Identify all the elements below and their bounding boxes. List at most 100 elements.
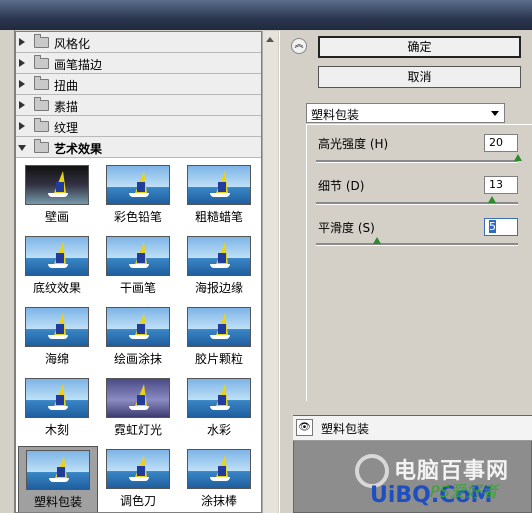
artistic-thumbnail-grid: 壁画 彩色铅笔 粗糙蜡笔 底纹效果 干画笔 海报边缘 海绵 绘画涂抹 胶片颗粒 … <box>16 162 261 512</box>
thumbnail-image <box>187 378 251 418</box>
category-label: 纹理 <box>54 121 79 135</box>
watermark-line3: PS爱好者 <box>430 482 498 501</box>
thumbnail-image <box>25 236 89 276</box>
eye-icon[interactable]: 👁 <box>296 419 313 436</box>
category-brush-strokes[interactable]: 画笔描边 <box>16 53 261 74</box>
thumb-colored-pencil[interactable]: 彩色铅笔 <box>99 162 179 232</box>
effect-layer-row[interactable]: 👁 塑料包装 <box>293 416 532 441</box>
thumb-watercolor[interactable]: 水彩 <box>180 375 260 445</box>
smoothness-label: 平滑度 (S) <box>318 221 375 235</box>
highlight-strength-label: 高光强度 (H) <box>318 137 389 151</box>
category-label: 艺术效果 <box>54 142 103 156</box>
folder-icon <box>34 118 49 132</box>
category-label: 扭曲 <box>54 79 79 93</box>
category-distort[interactable]: 扭曲 <box>16 74 261 95</box>
params-group <box>306 124 532 401</box>
thumb-neon-glow[interactable]: 霓虹灯光 <box>99 375 179 445</box>
thumbnail-label: 绘画涂抹 <box>113 352 162 366</box>
highlight-strength-input[interactable]: 20 <box>484 134 518 152</box>
smoothness-value: 5 <box>489 220 496 233</box>
thumbnail-label: 底纹效果 <box>32 281 81 295</box>
smoothness-slider[interactable] <box>316 243 518 246</box>
gallery-scrollbar[interactable] <box>262 31 278 513</box>
ok-button[interactable]: 确定 <box>318 36 521 58</box>
thumbnail-image <box>26 450 90 490</box>
detail-label: 细节 (D) <box>318 179 365 193</box>
thumbnail-label: 水彩 <box>206 423 231 437</box>
filter-gallery-list: 风格化 画笔描边 扭曲 素描 纹理 艺术效果 壁画 彩色铅笔 粗糙蜡笔 底纹效果… <box>15 31 262 513</box>
thumbnail-label: 壁画 <box>44 210 69 224</box>
detail-input[interactable]: 13 <box>484 176 518 194</box>
smoothness-slider-handle[interactable] <box>372 237 381 244</box>
thumb-palette-knife[interactable]: 调色刀 <box>99 446 179 512</box>
thumb-sponge[interactable]: 海绵 <box>18 304 98 374</box>
left-edge <box>0 30 15 513</box>
thumbnail-label: 海报边缘 <box>194 281 243 295</box>
thumb-dry-brush[interactable]: 干画笔 <box>99 233 179 303</box>
thumbnail-image <box>106 165 170 205</box>
cancel-button[interactable]: 取消 <box>318 66 521 88</box>
dialog-title-bar <box>0 0 532 30</box>
expand-arrow-icon[interactable] <box>19 59 25 67</box>
thumbnail-label: 干画笔 <box>119 281 156 295</box>
thumbnail-image <box>106 307 170 347</box>
highlight-strength-slider[interactable] <box>316 160 518 163</box>
collapse-arrow-icon[interactable] <box>18 145 26 151</box>
thumb-underpainting[interactable]: 底纹效果 <box>18 233 98 303</box>
expand-arrow-icon[interactable] <box>19 101 25 109</box>
thumb-paint-daubs[interactable]: 绘画涂抹 <box>99 304 179 374</box>
thumbnail-image <box>187 165 251 205</box>
thumbnail-image <box>187 307 251 347</box>
collapse-gallery-button[interactable]: ︽ <box>291 38 307 54</box>
thumbnail-label: 霓虹灯光 <box>113 423 162 437</box>
thumbnail-image <box>106 236 170 276</box>
chevron-down-icon <box>491 111 499 116</box>
folder-icon <box>34 76 49 90</box>
thumbnail-label: 海绵 <box>44 352 69 366</box>
expand-arrow-icon[interactable] <box>19 38 25 46</box>
effect-layer-name: 塑料包装 <box>321 422 370 436</box>
thumb-fresco[interactable]: 壁画 <box>18 162 98 232</box>
thumb-poster-edges[interactable]: 海报边缘 <box>180 233 260 303</box>
smoothness-input[interactable]: 5 <box>484 218 518 236</box>
thumbnail-label: 彩色铅笔 <box>113 210 162 224</box>
thumbnail-image <box>106 378 170 418</box>
category-artistic[interactable]: 艺术效果 <box>16 137 261 158</box>
thumbnail-image <box>25 165 89 205</box>
category-label: 风格化 <box>54 37 91 51</box>
category-texture[interactable]: 纹理 <box>16 116 261 137</box>
folder-icon <box>34 97 49 111</box>
thumb-smudge-stick[interactable]: 涂抹棒 <box>180 446 260 512</box>
thumbnail-label: 涂抹棒 <box>200 494 237 508</box>
filter-select-value: 塑料包装 <box>311 108 360 122</box>
expand-arrow-icon[interactable] <box>19 122 25 130</box>
category-stylize[interactable]: 风格化 <box>16 32 261 53</box>
thumb-cutout[interactable]: 木刻 <box>18 375 98 445</box>
thumbnail-image <box>25 378 89 418</box>
thumbnail-label: 粗糙蜡笔 <box>194 210 243 224</box>
category-label: 素描 <box>54 100 79 114</box>
highlight-strength-slider-handle[interactable] <box>514 154 522 161</box>
thumb-plastic-wrap[interactable]: 塑料包装 <box>18 446 98 512</box>
panel-divider <box>279 31 288 513</box>
filter-select[interactable]: 塑料包装 <box>306 103 505 123</box>
category-label: 画笔描边 <box>54 58 103 72</box>
thumbnail-image <box>187 236 251 276</box>
folder-icon <box>34 34 49 48</box>
thumbnail-label: 木刻 <box>44 423 69 437</box>
folder-open-icon <box>34 139 49 153</box>
thumb-rough-pastels[interactable]: 粗糙蜡笔 <box>180 162 260 232</box>
category-sketch[interactable]: 素描 <box>16 95 261 116</box>
detail-slider-handle[interactable] <box>487 196 496 203</box>
thumbnail-image <box>187 449 251 489</box>
thumbnail-label: 调色刀 <box>119 494 156 508</box>
thumb-film-grain[interactable]: 胶片颗粒 <box>180 304 260 374</box>
thumbnail-label: 胶片颗粒 <box>194 352 243 366</box>
thumbnail-label: 塑料包装 <box>33 495 82 509</box>
thumbnail-image <box>25 307 89 347</box>
folder-icon <box>34 55 49 69</box>
scroll-up-arrow-icon[interactable] <box>266 37 274 42</box>
double-chevron-up-icon: ︽ <box>294 40 304 50</box>
watermark: 电脑百事网 UiBQ.CoM PS爱好者 <box>350 450 532 513</box>
expand-arrow-icon[interactable] <box>19 80 25 88</box>
